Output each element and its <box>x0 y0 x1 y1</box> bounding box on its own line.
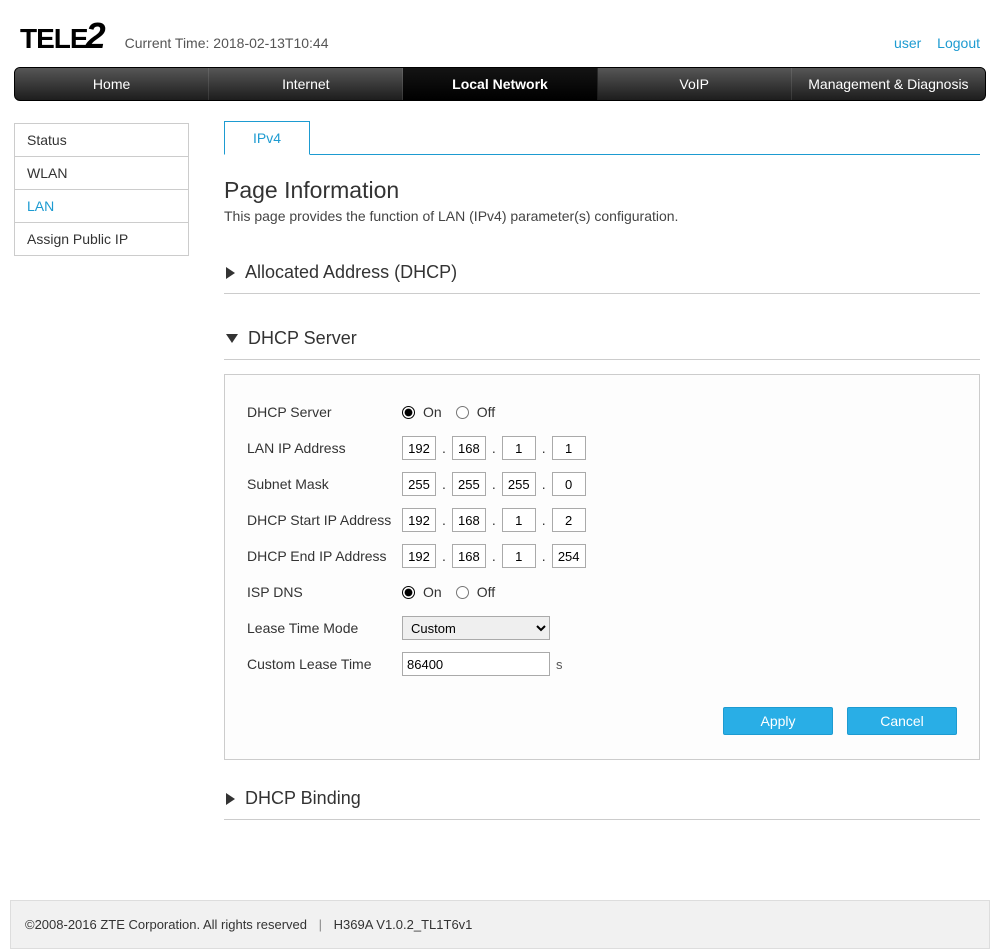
section-title-dhcp-binding: DHCP Binding <box>245 788 361 809</box>
page-description: This page provides the function of LAN (… <box>224 208 980 224</box>
main-nav: Home Internet Local Network VoIP Managem… <box>14 67 986 101</box>
page-title: Page Information <box>224 177 980 204</box>
nav-local-network[interactable]: Local Network <box>403 68 597 100</box>
current-time: Current Time: 2018-02-13T10:44 <box>125 35 329 57</box>
sidebar: Status WLAN LAN Assign Public IP <box>14 123 189 820</box>
logo: TELE2 <box>20 15 105 57</box>
logout-link[interactable]: Logout <box>937 35 980 51</box>
label-start-ip: DHCP Start IP Address <box>247 512 402 528</box>
radio-dns-off[interactable] <box>456 586 469 599</box>
lan-ip-octet-3[interactable] <box>502 436 536 460</box>
label-end-ip: DHCP End IP Address <box>247 548 402 564</box>
time-label: Current Time: <box>125 35 210 51</box>
sidebar-item-status[interactable]: Status <box>14 124 189 157</box>
label-lan-ip: LAN IP Address <box>247 440 402 456</box>
radio-dhcp-off-label: Off <box>477 404 495 420</box>
nav-internet[interactable]: Internet <box>209 68 403 100</box>
sidebar-item-lan[interactable]: LAN <box>14 190 189 223</box>
time-value: 2018-02-13T10:44 <box>213 35 328 51</box>
logo-text-prefix: TELE <box>20 23 88 55</box>
header: TELE2 Current Time: 2018-02-13T10:44 use… <box>10 0 990 67</box>
radio-dhcp-off[interactable] <box>456 406 469 419</box>
logo-text-suffix: 2 <box>86 15 105 57</box>
cancel-button[interactable]: Cancel <box>847 707 957 735</box>
end-ip-octet-2[interactable] <box>452 544 486 568</box>
sidebar-item-assign-public-ip[interactable]: Assign Public IP <box>14 223 189 256</box>
end-ip-octet-3[interactable] <box>502 544 536 568</box>
tab-ipv4[interactable]: IPv4 <box>224 121 310 155</box>
start-ip-octet-4[interactable] <box>552 508 586 532</box>
lan-ip-octet-4[interactable] <box>552 436 586 460</box>
radio-dhcp-on-label: On <box>423 404 442 420</box>
section-title-dhcp-server: DHCP Server <box>248 328 357 349</box>
section-dhcp-binding[interactable]: DHCP Binding <box>224 778 980 820</box>
radio-dhcp-on[interactable] <box>402 406 415 419</box>
start-ip-octet-2[interactable] <box>452 508 486 532</box>
label-lease-mode: Lease Time Mode <box>247 620 402 636</box>
chevron-down-icon <box>226 334 238 343</box>
radio-dns-off-label: Off <box>477 584 495 600</box>
unit-seconds: s <box>556 657 563 672</box>
start-ip-octet-3[interactable] <box>502 508 536 532</box>
start-ip-octet-1[interactable] <box>402 508 436 532</box>
label-subnet: Subnet Mask <box>247 476 402 492</box>
chevron-right-icon <box>226 267 235 279</box>
nav-voip[interactable]: VoIP <box>598 68 792 100</box>
input-custom-lease[interactable] <box>402 652 550 676</box>
lan-ip-octet-2[interactable] <box>452 436 486 460</box>
label-dhcp-server: DHCP Server <box>247 404 402 420</box>
label-isp-dns: ISP DNS <box>247 584 402 600</box>
footer-separator: | <box>319 917 322 932</box>
header-links: user Logout <box>882 35 980 57</box>
subnet-octet-4[interactable] <box>552 472 586 496</box>
end-ip-octet-4[interactable] <box>552 544 586 568</box>
main: IPv4 Page Information This page provides… <box>224 123 986 820</box>
footer-version: H369A V1.0.2_TL1T6v1 <box>334 917 473 932</box>
label-custom-lease: Custom Lease Time <box>247 656 402 672</box>
sidebar-item-wlan[interactable]: WLAN <box>14 157 189 190</box>
radio-dns-on-label: On <box>423 584 442 600</box>
nav-management-diagnosis[interactable]: Management & Diagnosis <box>792 68 985 100</box>
section-allocated-address[interactable]: Allocated Address (DHCP) <box>224 252 980 294</box>
nav-home[interactable]: Home <box>15 68 209 100</box>
section-title-allocated: Allocated Address (DHCP) <box>245 262 457 283</box>
chevron-right-icon <box>226 793 235 805</box>
radio-dns-on[interactable] <box>402 586 415 599</box>
subnet-octet-3[interactable] <box>502 472 536 496</box>
select-lease-mode[interactable]: Custom <box>402 616 550 640</box>
footer: ©2008-2016 ZTE Corporation. All rights r… <box>10 900 990 949</box>
footer-copyright: ©2008-2016 ZTE Corporation. All rights r… <box>25 917 307 932</box>
end-ip-octet-1[interactable] <box>402 544 436 568</box>
apply-button[interactable]: Apply <box>723 707 833 735</box>
subnet-octet-2[interactable] <box>452 472 486 496</box>
subnet-octet-1[interactable] <box>402 472 436 496</box>
tabs: IPv4 <box>224 121 980 155</box>
dhcp-server-panel: DHCP Server On Off LAN IP Address . . . <box>224 374 980 760</box>
section-dhcp-server[interactable]: DHCP Server <box>224 318 980 360</box>
user-link[interactable]: user <box>894 35 921 51</box>
lan-ip-octet-1[interactable] <box>402 436 436 460</box>
